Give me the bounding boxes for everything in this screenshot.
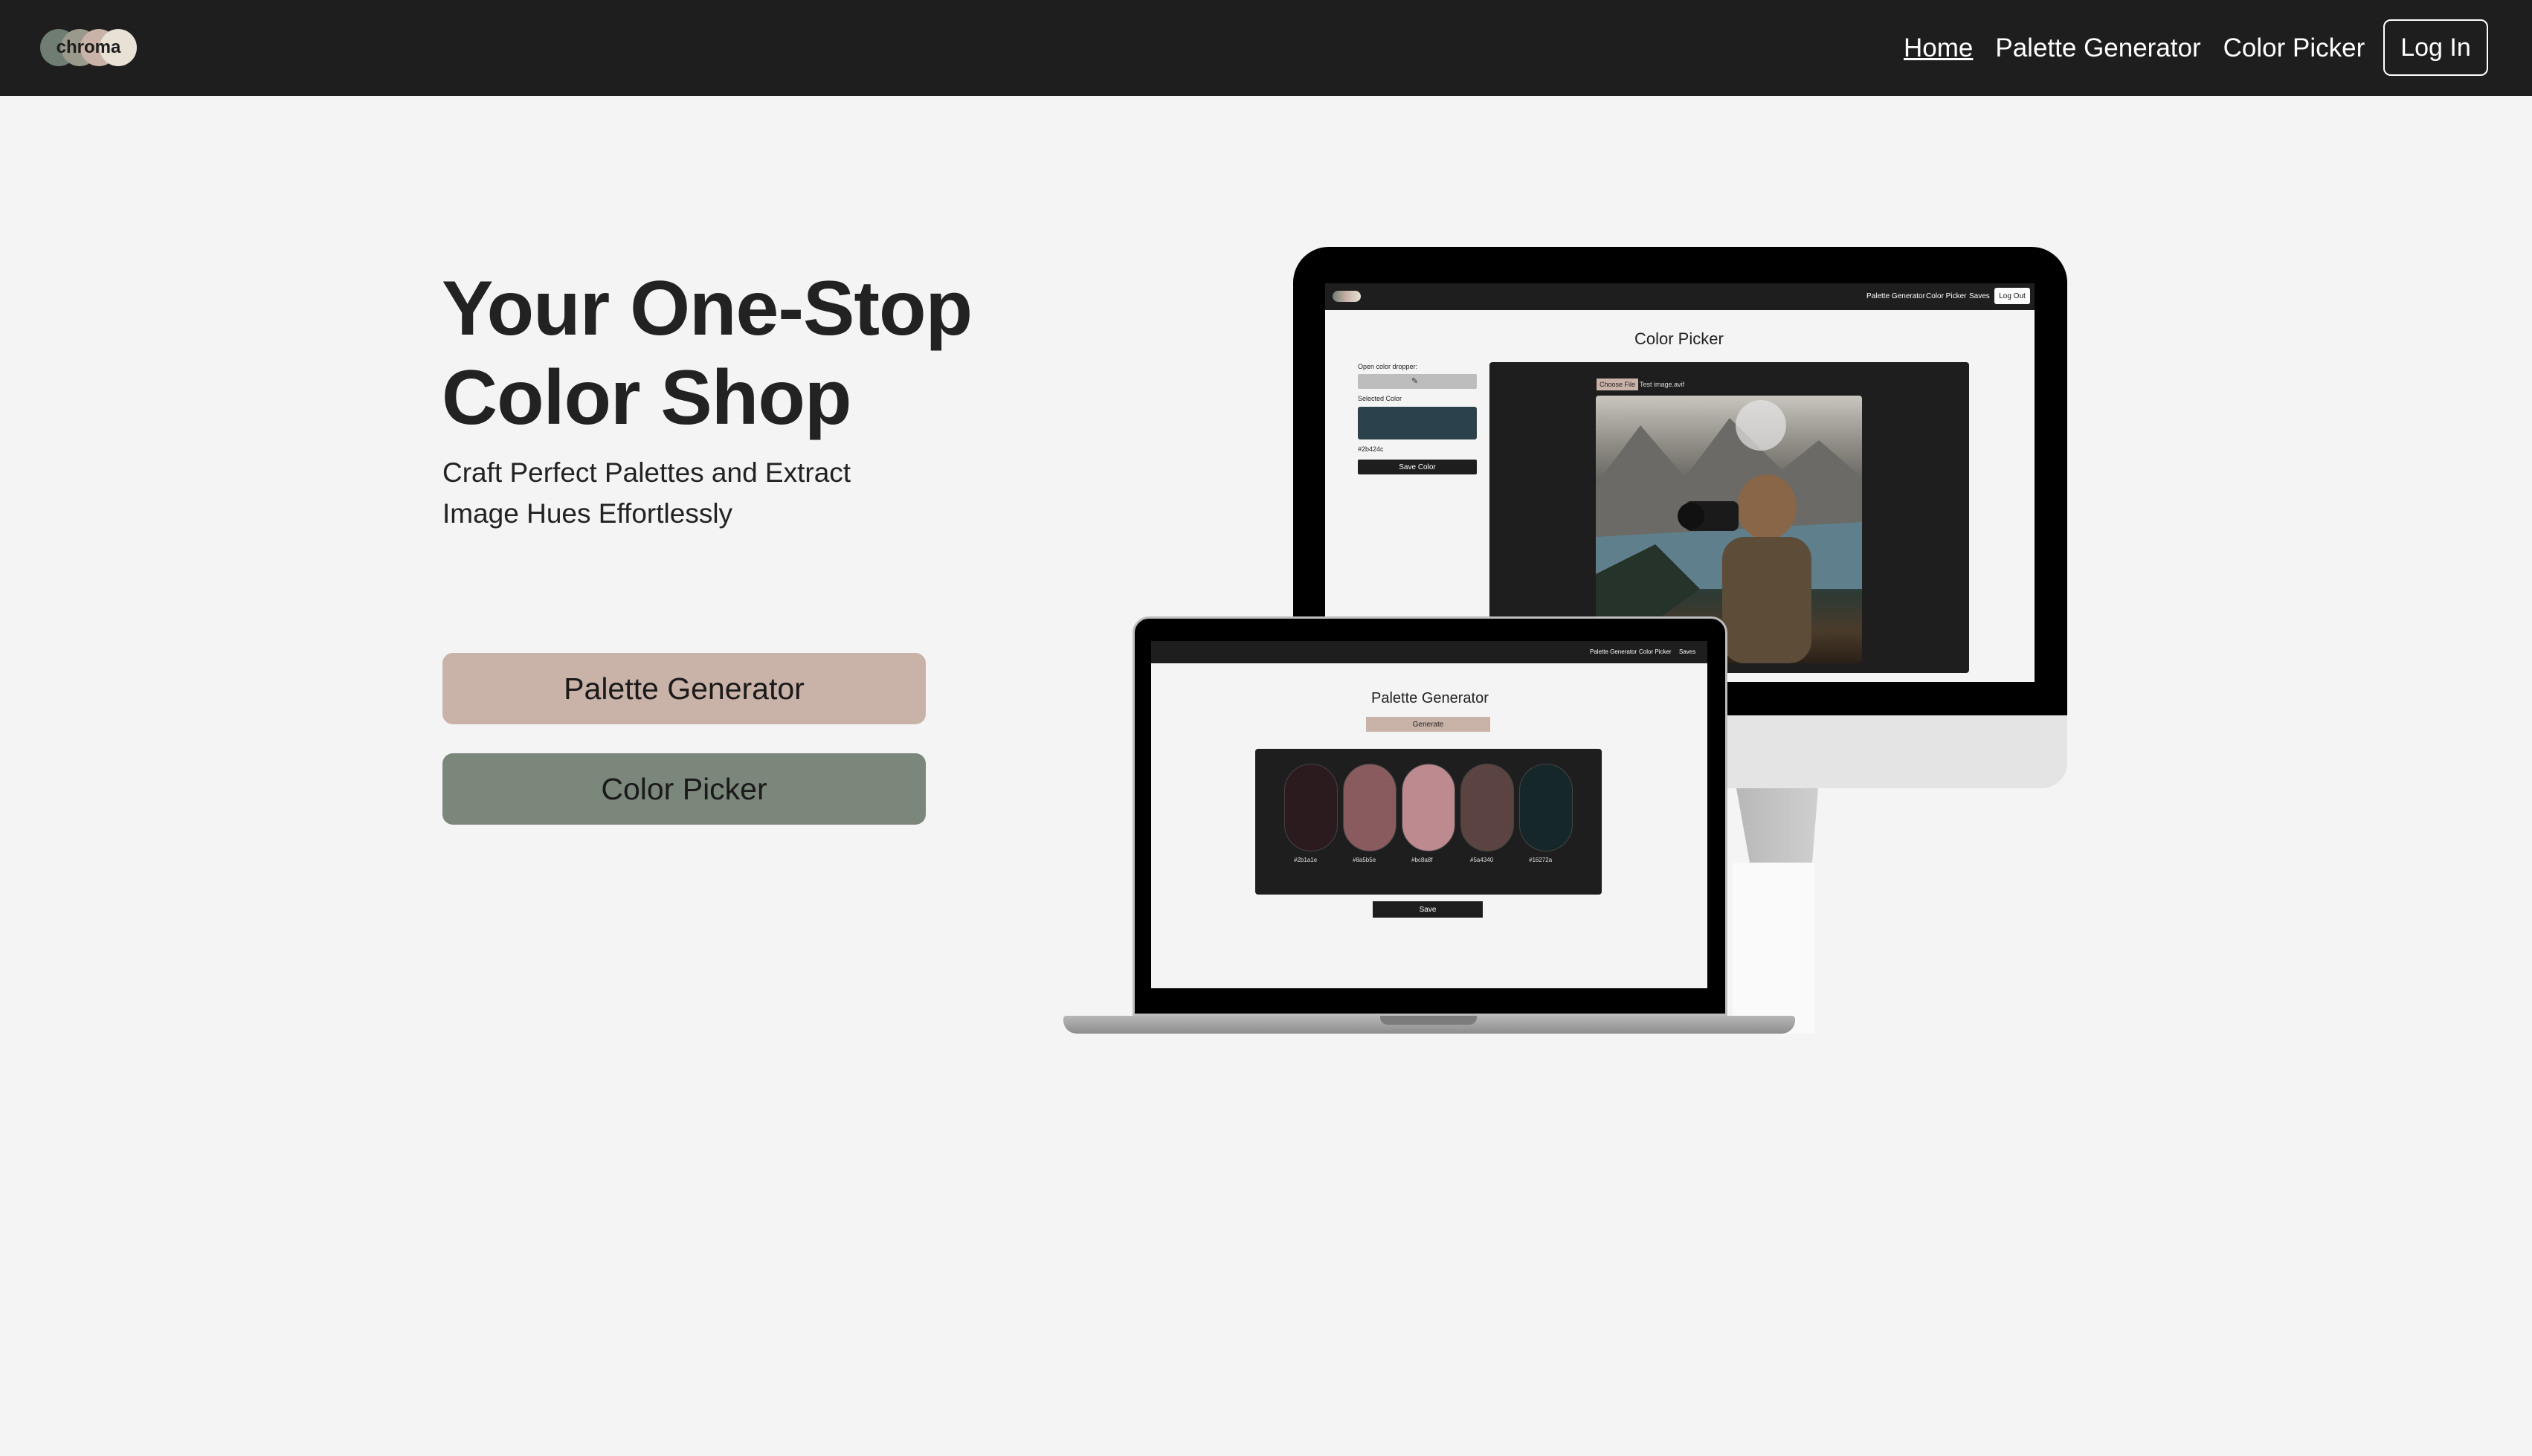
top-navbar: chroma Home Palette Generator Color Pick… [0, 0, 2532, 96]
desktop-foot [1733, 863, 1814, 1034]
desktop-mini-selected-label: Selected Color [1358, 395, 1402, 402]
desktop-mini-heading: Color Picker [1634, 329, 1724, 348]
laptop-mini-link-saves: Saves [1679, 648, 1696, 655]
desktop-mini-save-color: Save Color [1358, 460, 1477, 474]
laptop-mini-save: Save [1373, 901, 1483, 918]
nav-link-home[interactable]: Home [1904, 33, 1973, 63]
nav-link-palette-generator[interactable]: Palette Generator [1995, 33, 2200, 63]
hero-subtitle-line1: Craft Perfect Palettes and Extract [442, 457, 851, 488]
hero-subtitle-line2: Image Hues Effortlessly [442, 498, 733, 529]
eyedropper-icon: ✎ [1411, 377, 1419, 386]
color-picker-button[interactable]: Color Picker [442, 753, 926, 825]
laptop-mini-heading: Palette Generator [1371, 690, 1489, 706]
desktop-mini-dropper-label: Open color dropper: [1358, 363, 1418, 370]
logo-wordmark: chroma [56, 37, 121, 57]
hero-title: Your One-Stop Color Shop [442, 264, 1007, 442]
desktop-mini-dropper-button: ✎ [1358, 374, 1477, 389]
desktop-mini-link-picker: Color Picker [1926, 292, 1967, 300]
laptop-swatch-1 [1284, 764, 1338, 851]
laptop-swatch-label-4: #5a4340 [1470, 857, 1494, 863]
hero-title-line1: Your One-Stop [442, 265, 973, 352]
desktop-mini-file-name: Test image.avif [1640, 381, 1685, 388]
palette-generator-button[interactable]: Palette Generator [442, 653, 926, 724]
nav-links: Home Palette Generator Color Picker [1904, 0, 2365, 96]
desktop-mini-selected-hex: #2b424c [1358, 445, 1384, 453]
laptop-swatch-4 [1460, 764, 1514, 851]
laptop-swatch-3 [1402, 764, 1455, 851]
laptop-swatch-label-5: #16272a [1529, 857, 1553, 863]
laptop-swatch-2 [1343, 764, 1397, 851]
laptop-notch [1380, 1016, 1477, 1025]
desktop-mini-selected-swatch [1358, 407, 1477, 439]
desktop-mini-logout: Log Out [1994, 288, 2030, 304]
desktop-mini-navbar: Palette Generator Color Picker Saves Log… [1325, 283, 2035, 310]
laptop-mini-link-palette: Palette Generator [1590, 648, 1637, 655]
laptop-mockup-screen: Palette Generator Color Picker Saves Pal… [1151, 641, 1707, 988]
laptop-swatch-label-3: #bc8a8f [1411, 857, 1433, 863]
chroma-logo[interactable]: chroma [40, 29, 137, 66]
laptop-mini-generate: Generate [1366, 717, 1490, 732]
nav-link-color-picker[interactable]: Color Picker [2223, 33, 2365, 63]
desktop-mini-link-palette: Palette Generator [1866, 292, 1925, 300]
desktop-mini-link-saves: Saves [1969, 292, 1990, 300]
desktop-mini-logo [1333, 291, 1361, 302]
laptop-mini-navbar: Palette Generator Color Picker Saves [1151, 641, 1707, 663]
laptop-mini-link-picker: Color Picker [1639, 648, 1672, 655]
login-button[interactable]: Log In [2383, 19, 2488, 76]
laptop-swatch-5 [1519, 764, 1573, 851]
laptop-swatch-label-1: #2b1a1e [1294, 857, 1318, 863]
desktop-stand [1736, 788, 1818, 870]
hero-subtitle: Craft Perfect Palettes and Extract Image… [442, 452, 903, 534]
hero-title-line2: Color Shop [442, 355, 851, 441]
laptop-swatch-label-2: #8a5b5e [1353, 857, 1376, 863]
desktop-mini-choose-file: Choose File [1597, 379, 1639, 390]
